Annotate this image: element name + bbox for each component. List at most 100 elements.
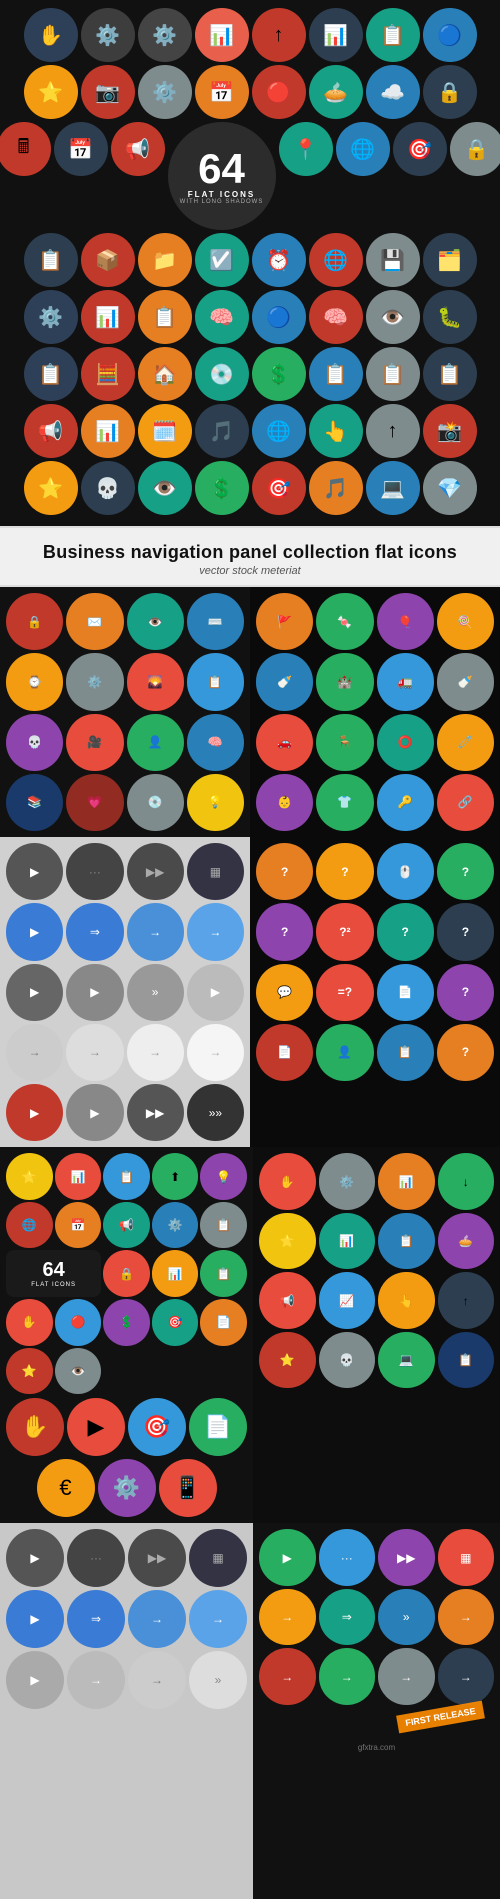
ml-icon-9: 🎥 [66, 714, 123, 771]
mr-icon-11: 🧷 [437, 714, 494, 771]
icon-chart2: 📊 [81, 404, 135, 458]
bq-5: 🌐 [6, 1202, 53, 1249]
icon-calc: 🖩 [0, 122, 51, 176]
icon-doc2: 📋 [423, 347, 477, 401]
icon-brain2: 🧠 [309, 290, 363, 344]
big-hand-icon: ✋ [6, 1398, 64, 1456]
top-icon-section: ✋ ⚙️ ⚙️ 📊 ↑ 📊 📋 🔵 ⭐ 📷 ⚙️ 📅 🔴 🥧 ☁️ 🔒 🖩 📅 … [0, 0, 500, 526]
q-12: 📄 [256, 1024, 313, 1081]
bq-8: ⚙️ [152, 1202, 199, 1249]
icon-disc: 💿 [195, 347, 249, 401]
icon-touch: 👆 [309, 404, 363, 458]
icon-note: 📋 [309, 347, 363, 401]
ca-0: ▶ [259, 1529, 316, 1586]
bottom-right-grid: ✋ ⚙️ 📊 ↓ ⭐ 📊 📋 🥧 📢 📈 👆 ↑ ⭐ 💀 💻 📋 [259, 1153, 494, 1388]
ba-8: ▶ [6, 1651, 64, 1709]
mr-icon-0: 🚩 [256, 593, 313, 650]
arr-14: → [127, 1024, 184, 1081]
ba-10: → [128, 1651, 186, 1709]
ba-7: → [189, 1590, 247, 1648]
icon-check: ☑️ [195, 233, 249, 287]
title-banner: Business navigation panel collection fla… [0, 526, 500, 587]
icon-doc: 📋 [366, 8, 420, 62]
ba-0: ▶ [6, 1529, 64, 1587]
arr-0: ▶ [6, 843, 63, 900]
q-14: 📋 [377, 1024, 434, 1081]
ba-2: ▶▶ [128, 1529, 186, 1587]
icon-cal2: 📅 [54, 122, 108, 176]
icon-pie: 🥧 [309, 65, 363, 119]
arr-4: ▶ [6, 903, 63, 960]
mr-icon-4: 🍼 [256, 653, 313, 710]
mr-icon-1: 🍬 [316, 593, 373, 650]
br-3: ↓ [438, 1153, 495, 1210]
bottom-large-row2: € ⚙️ 📱 [6, 1459, 247, 1517]
bq-9: 📋 [200, 1202, 247, 1249]
big-gear-icon: ⚙️ [98, 1459, 156, 1517]
icon-row-7: 📢 📊 🗓️ 🎵 🌐 👆 ↑ 📸 [6, 404, 494, 458]
icon-megaphone: 📢 [111, 122, 165, 176]
ml-icon-14: 💿 [127, 774, 184, 831]
bq-1: 📊 [55, 1153, 102, 1200]
br-2: 📊 [378, 1153, 435, 1210]
icon-calendar: 🗓️ [138, 404, 192, 458]
arr-3: ▦ [187, 843, 244, 900]
ca-6: » [378, 1589, 435, 1646]
bottom-large-row1: ✋ ▶ 🎯 📄 [6, 1398, 247, 1456]
icon-note2: 🎵 [309, 461, 363, 515]
icon-lock: 🔒 [423, 65, 477, 119]
ml-icon-7: 📋 [187, 653, 244, 710]
arrow-grid: ▶ ··· ▶▶ ▦ ▶ ⇒ → → ▶ ▶ » ▶ → → → → ▶ ▶ ▶… [6, 843, 244, 1141]
ba-1: ··· [67, 1529, 125, 1587]
icon-pin: 📍 [279, 122, 333, 176]
arr-1: ··· [66, 843, 123, 900]
mr-icon-5: 🏰 [316, 653, 373, 710]
ca-11: → [438, 1648, 495, 1705]
br-15: 📋 [438, 1332, 495, 1389]
icon-bars: 📊 [309, 8, 363, 62]
ml-icon-15: 💡 [187, 774, 244, 831]
q-4: ? [256, 903, 313, 960]
icon-network: 🌐 [252, 404, 306, 458]
ba-5: ⇒ [67, 1590, 125, 1648]
icon-hand: ✋ [24, 8, 78, 62]
icon-graph: 📊 [81, 290, 135, 344]
br-11: ↑ [438, 1272, 495, 1329]
mid-right-grid: 🚩 🍬 🎈 🍭 🍼 🏰 🚛 🍼 🚗 🪑 ⭕ 🧷 👶 👕 🔑 🔗 [256, 593, 494, 831]
icon-copy: 📋 [366, 347, 420, 401]
arr-13: → [66, 1024, 123, 1081]
arr-16: ▶ [6, 1084, 63, 1141]
q-2: 🖱️ [377, 843, 434, 900]
arr-19: »» [187, 1084, 244, 1141]
br-13: 💀 [319, 1332, 376, 1389]
br-1: ⚙️ [319, 1153, 376, 1210]
icon-abacus: 🧮 [81, 347, 135, 401]
q-0: ? [256, 843, 313, 900]
bq-11: 📊 [152, 1250, 199, 1297]
icon-horn: 📢 [24, 404, 78, 458]
ml-icon-11: 🧠 [187, 714, 244, 771]
arr-2: ▶▶ [127, 843, 184, 900]
icon-bug: 🐛 [423, 290, 477, 344]
icon-home: 🏠 [138, 347, 192, 401]
ml-icon-12: 📚 [6, 774, 63, 831]
ml-icon-1: ✉️ [66, 593, 123, 650]
icon-arrow-up: ↑ [366, 404, 420, 458]
br-4: ⭐ [259, 1213, 316, 1270]
ml-icon-2: 👁️ [127, 593, 184, 650]
icon-box: 📦 [81, 233, 135, 287]
br-8: 📢 [259, 1272, 316, 1329]
watermark-area: FIRST RELEASE gfxtra.com [259, 1713, 494, 1752]
bq-4: 💡 [200, 1153, 247, 1200]
sixty-four-badge: 64 FLAT ICONS WITH LONG SHADOWS [168, 122, 276, 230]
icon-row-center: 🖩 📅 📢 64 FLAT ICONS WITH LONG SHADOWS 📍 … [6, 122, 494, 230]
br-5: 📊 [319, 1213, 376, 1270]
bq-19: 👁️ [55, 1348, 102, 1395]
bq-17: 📄 [200, 1299, 247, 1346]
icon-row-2: ⭐ 📷 ⚙️ 📅 🔴 🥧 ☁️ 🔒 [6, 65, 494, 119]
q-6: ? [377, 903, 434, 960]
arr-8: ▶ [6, 964, 63, 1021]
sixty-four-sub: WITH LONG SHADOWS [180, 199, 264, 205]
icon-save: 💾 [366, 233, 420, 287]
ba-3: ▦ [189, 1529, 247, 1587]
